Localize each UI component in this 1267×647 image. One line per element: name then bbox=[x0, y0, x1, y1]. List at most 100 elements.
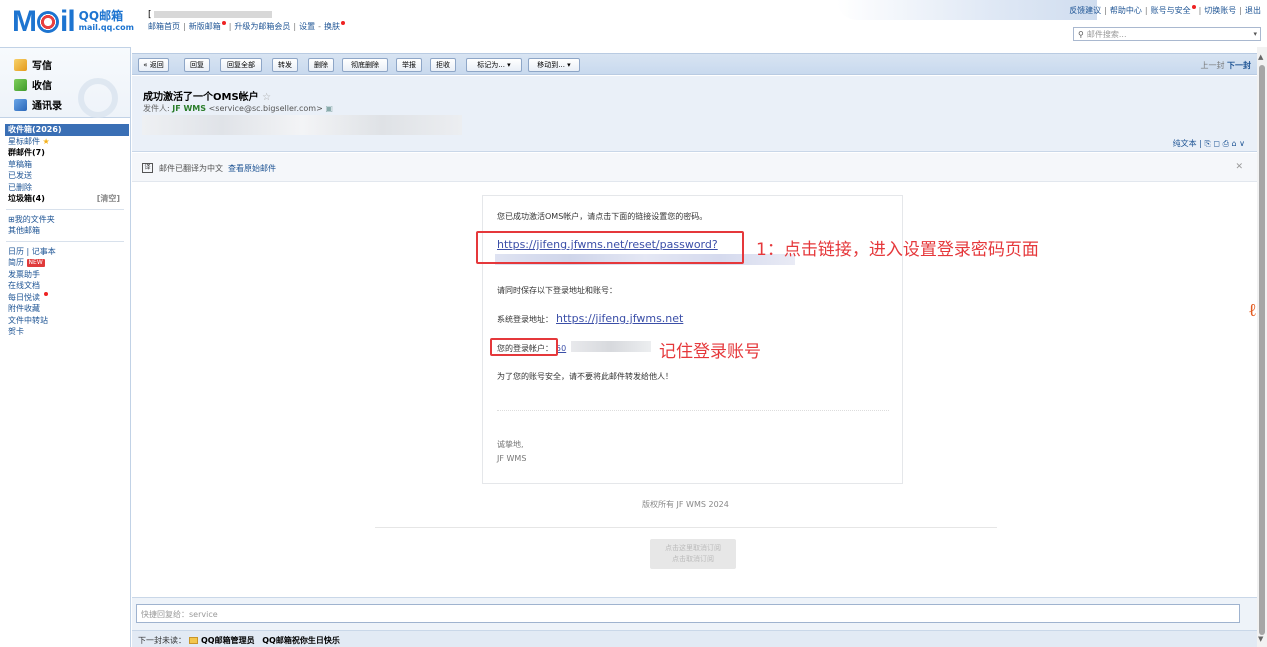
link-resume[interactable]: 简历 NEW bbox=[0, 257, 130, 269]
daily-dot-icon bbox=[43, 291, 48, 296]
security-dot-icon bbox=[1191, 5, 1196, 9]
link-settings[interactable]: 设置 bbox=[299, 22, 315, 31]
pencil-icon bbox=[14, 58, 27, 71]
link-account-security[interactable]: 账号与安全 bbox=[1151, 6, 1191, 15]
sidebar: 写信 收信 通讯录 收件箱(2026) 星标邮件 ★ 群邮件(7) 草稿箱 已发… bbox=[0, 47, 131, 647]
receive-button[interactable]: 收信 bbox=[14, 77, 52, 92]
close-icon[interactable]: ✕ bbox=[1235, 162, 1243, 172]
report-button[interactable]: 举报 bbox=[396, 58, 422, 72]
scroll-down-icon[interactable]: ▼ bbox=[1258, 635, 1263, 643]
skin-dot-icon bbox=[341, 21, 345, 25]
new-badge: NEW bbox=[26, 258, 45, 267]
link-skin[interactable]: 换肤 bbox=[324, 22, 340, 31]
envelope-icon bbox=[189, 637, 198, 644]
contacts-button[interactable]: 通讯录 bbox=[14, 97, 62, 112]
floating-assistant-icon[interactable]: ℓ bbox=[1249, 300, 1267, 322]
scroll-thumb[interactable] bbox=[1259, 65, 1265, 635]
login-site-line: 系统登录地址： https://jifeng.jfwms.net bbox=[497, 312, 684, 325]
intro-text: 您已成功激活OMS帐户，请点击下面的链接设置您的密码。 bbox=[497, 212, 708, 221]
delete-permanently-button[interactable]: 彻底删除 bbox=[342, 58, 388, 72]
prev-mail-link[interactable]: 上一封 bbox=[1200, 61, 1224, 70]
account-links: 反馈建议 | 帮助中心 | 账号与安全 | 切换账号 | 退出 bbox=[1069, 5, 1261, 15]
divider bbox=[6, 208, 124, 210]
next-unread-subject[interactable]: QQ邮箱祝你生日快乐 bbox=[262, 636, 340, 645]
link-logout[interactable]: 退出 bbox=[1245, 6, 1261, 15]
link-switch-account[interactable]: 切换账号 bbox=[1204, 6, 1236, 15]
copyright-text: 版权所有 JF WMS 2024 bbox=[642, 500, 729, 509]
next-unread-sender[interactable]: QQ邮箱管理员 bbox=[201, 636, 255, 645]
folder-inbox[interactable]: 收件箱(2026) bbox=[5, 124, 129, 136]
logo-o-icon bbox=[37, 11, 59, 33]
qq-mail-logo[interactable]: Mil QQ邮箱 mail.qq.com bbox=[12, 7, 134, 37]
link-daily-reading[interactable]: 每日悦读 bbox=[0, 291, 130, 304]
compose-button[interactable]: 写信 bbox=[14, 57, 52, 72]
folder-other-mail[interactable]: 其他邮箱 bbox=[0, 225, 130, 237]
star-outline-icon[interactable]: ☆ bbox=[262, 92, 271, 103]
link-attachments[interactable]: 附件收藏 bbox=[0, 303, 130, 315]
folder-list: 收件箱(2026) 星标邮件 ★ 群邮件(7) 草稿箱 已发送 已删除 垃圾箱(… bbox=[0, 118, 130, 338]
folder-sent[interactable]: 已发送 bbox=[0, 170, 130, 182]
reject-button[interactable]: 拒收 bbox=[430, 58, 456, 72]
move-to-dropdown[interactable]: 移动到... ▾ bbox=[528, 58, 580, 72]
folder-starred[interactable]: 星标邮件 ★ bbox=[0, 136, 130, 148]
tools-row: 日历 | 记事本 bbox=[8, 246, 56, 256]
sidebar-decoration bbox=[78, 78, 118, 118]
signature-text: JF WMS bbox=[497, 454, 527, 463]
contact-card-icon[interactable]: ▣ bbox=[325, 104, 333, 113]
account-redacted bbox=[571, 341, 651, 352]
unsubscribe-button[interactable]: 点击这里取消订阅 点击取消订阅 bbox=[650, 539, 736, 569]
sender-address: <service@sc.bigseller.com> bbox=[208, 104, 323, 113]
next-unread-bar: 下一封未读： QQ邮箱管理员 QQ邮箱祝你生日快乐 bbox=[132, 630, 1257, 647]
reply-button[interactable]: 回复 bbox=[184, 58, 210, 72]
folder-my-folders[interactable]: ⊞我的文件夹 bbox=[0, 214, 130, 226]
link-file-transfer[interactable]: 文件中转站 bbox=[0, 315, 130, 327]
sender-line: 发件人: JF WMS <service@sc.bigseller.com> ▣ bbox=[143, 104, 333, 113]
annotation-step1: 1：点击链接，进入设置登录密码页面 bbox=[756, 240, 1039, 260]
link-new-mail[interactable]: 新版邮箱 bbox=[189, 22, 221, 31]
page-scrollbar[interactable]: ▲ ▼ bbox=[1257, 47, 1267, 647]
new-dot-icon bbox=[221, 21, 226, 25]
link-cards[interactable]: 贺卡 bbox=[0, 326, 130, 338]
view-original-link[interactable]: 查看原始邮件 bbox=[228, 164, 276, 173]
link-feedback[interactable]: 反馈建议 bbox=[1069, 6, 1101, 15]
next-mail-link[interactable]: 下一封 bbox=[1227, 61, 1251, 70]
link-online-docs[interactable]: 在线文档 bbox=[0, 280, 130, 292]
link-help[interactable]: 帮助中心 bbox=[1110, 6, 1142, 15]
translate-icon: 译 bbox=[142, 163, 153, 173]
reply-all-button[interactable]: 回复全部 bbox=[220, 58, 262, 72]
inbox-icon bbox=[14, 78, 27, 91]
clear-spam-link[interactable]: [清空] bbox=[97, 193, 120, 205]
view-options[interactable]: 纯文本 | ⎘ ◻ ⎙ ⌂ ∨ bbox=[1173, 138, 1245, 149]
folder-deleted[interactable]: 已删除 bbox=[0, 182, 130, 194]
link-notes[interactable]: 记事本 bbox=[32, 247, 56, 256]
mail-navigation: 上一封 下一封 bbox=[1200, 60, 1251, 71]
delete-button[interactable]: 删除 bbox=[308, 58, 334, 72]
scroll-up-icon[interactable]: ▲ bbox=[1258, 53, 1263, 61]
link-upgrade-vip[interactable]: 升级为邮箱会员 bbox=[234, 22, 290, 31]
mail-header: 成功激活了一个OMS帐户 ☆ 发件人: JF WMS <service@sc.b… bbox=[132, 76, 1257, 152]
link-invoice[interactable]: 发票助手 bbox=[0, 269, 130, 281]
header-decoration bbox=[837, 0, 1097, 20]
link-calendar[interactable]: 日历 bbox=[8, 247, 24, 256]
folder-spam[interactable]: 垃圾箱(4) [清空] bbox=[0, 193, 130, 205]
folder-drafts[interactable]: 草稿箱 bbox=[0, 159, 130, 171]
sender-name[interactable]: JF WMS bbox=[172, 104, 206, 113]
back-button[interactable]: « 返回 bbox=[138, 58, 169, 72]
user-name-redacted bbox=[154, 11, 272, 18]
quick-reply-input[interactable]: 快捷回复给：service bbox=[136, 604, 1240, 623]
forward-button[interactable]: 转发 bbox=[272, 58, 298, 72]
translation-bar: 译 邮件已翻译为中文 查看原始邮件 ✕ bbox=[132, 153, 1257, 182]
folder-group[interactable]: 群邮件(7) bbox=[0, 147, 130, 159]
save-note-text: 请同时保存以下登录地址和账号： bbox=[497, 286, 617, 295]
login-site-link[interactable]: https://jifeng.jfwms.net bbox=[556, 312, 683, 325]
recipients-redacted bbox=[142, 115, 462, 135]
star-icon: ★ bbox=[42, 136, 50, 146]
mail-search-input[interactable]: ⚲ 邮件搜索... ▾ bbox=[1073, 27, 1261, 41]
mark-as-dropdown[interactable]: 标记为... ▾ bbox=[466, 58, 522, 72]
security-warning: 为了您的账号安全，请不要将此邮件转发给他人！ bbox=[497, 372, 673, 381]
top-links: 邮箱首页 | 新版邮箱 | 升级为邮箱会员 | 设置 - 换肤 bbox=[148, 21, 345, 32]
link-mail-home[interactable]: 邮箱首页 bbox=[148, 22, 180, 31]
search-dropdown-icon[interactable]: ▾ bbox=[1253, 30, 1257, 38]
header: Mil QQ邮箱 mail.qq.com [ 邮箱首页 | 新版邮箱 | 升级为邮箱会员… bbox=[0, 0, 1267, 47]
contacts-icon bbox=[14, 98, 27, 111]
